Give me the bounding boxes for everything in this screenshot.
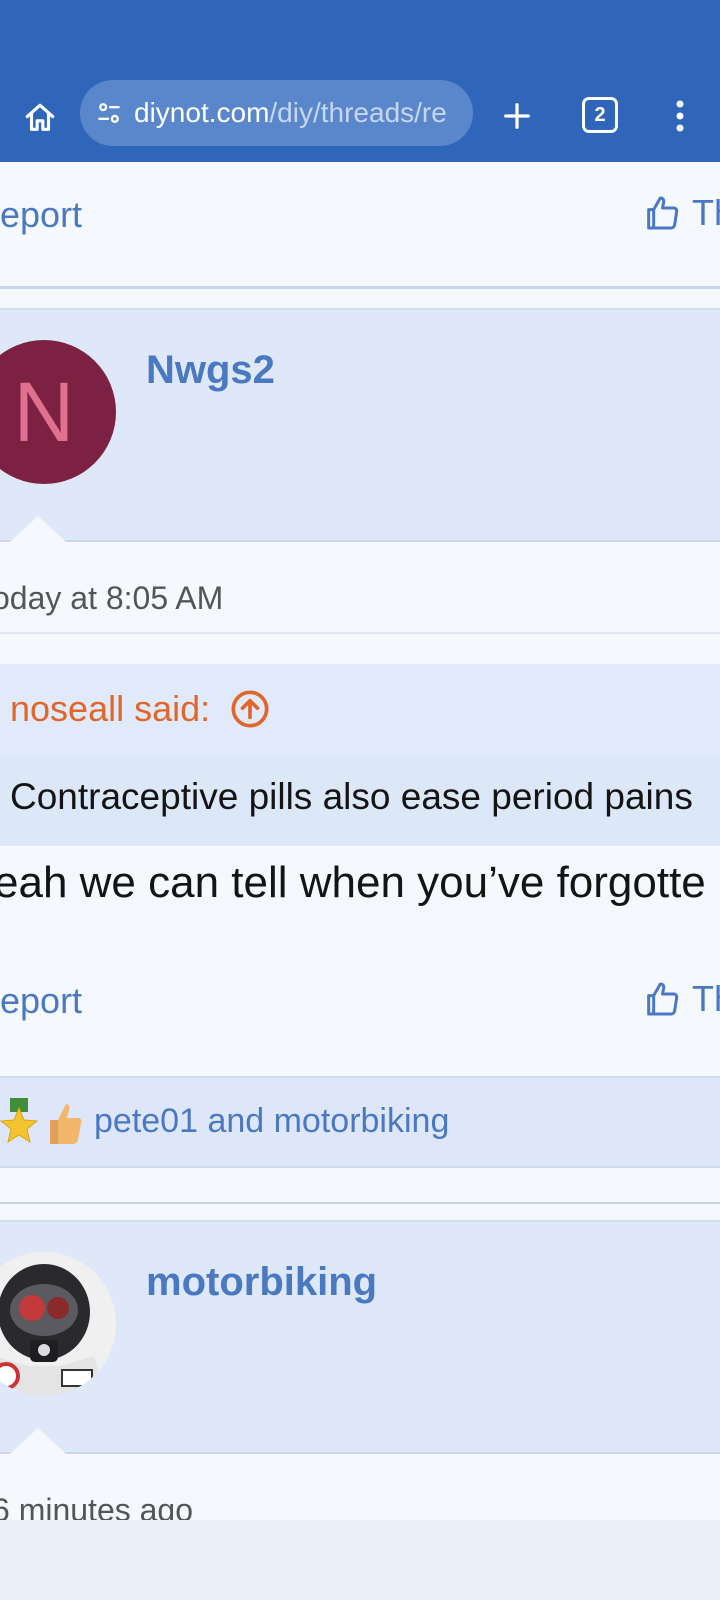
avatar-letter: N [13, 364, 75, 459]
thanks-button[interactable]: Th [642, 978, 720, 1020]
quote-author-label: noseall said: [10, 688, 211, 729]
tab-switcher-button[interactable]: 2 [582, 97, 618, 133]
address-bar[interactable]: diynot.com/diy/threads/re [80, 80, 473, 146]
status-bar-area [0, 0, 720, 80]
report-link[interactable]: eport [0, 980, 82, 1022]
plus-icon [504, 103, 530, 129]
new-tab-button[interactable] [497, 96, 537, 136]
post-timestamp[interactable]: oday at 8:05 AM [0, 580, 223, 617]
thanks-label: Th [692, 978, 720, 1019]
star-award-icon [0, 1098, 39, 1144]
home-icon [25, 103, 55, 131]
site-settings-icon[interactable] [94, 98, 124, 128]
post-message: eah we can tell when you’ve forgotte [0, 858, 706, 907]
url-path: /diy/threads/re [269, 97, 447, 128]
quote-author[interactable]: noseall said: [10, 688, 270, 730]
header-notch [10, 1428, 66, 1454]
reaction-users[interactable]: pete01 and motorbiking [94, 1102, 449, 1141]
post-divider [0, 1202, 720, 1204]
quote-header: noseall said: [0, 664, 720, 756]
quote-text: Contraceptive pills also ease period pai… [10, 776, 693, 817]
thanks-label: Th [692, 192, 720, 233]
reaction-icons [0, 1098, 84, 1148]
thread-content: eport Th N Nwgs2 oday at 8:05 AM noseall… [0, 162, 720, 1520]
browser-toolbar: diynot.com/diy/threads/re 2 [0, 80, 720, 162]
header-notch [10, 516, 66, 542]
meta-divider [0, 632, 720, 634]
arrow-up-circle-icon[interactable] [230, 689, 270, 729]
more-vert-icon [676, 100, 684, 132]
bottom-bar [0, 1520, 720, 1600]
thanks-button[interactable]: Th [642, 192, 720, 234]
username[interactable]: motorbiking [146, 1260, 377, 1305]
post-timestamp[interactable]: 6 minutes ago [0, 1492, 193, 1520]
home-button[interactable] [18, 96, 62, 140]
quote-body: Contraceptive pills also ease period pai… [0, 756, 720, 846]
thumbs-up-emoji-icon [50, 1104, 82, 1144]
thumbs-up-icon [647, 196, 679, 230]
username[interactable]: Nwgs2 [146, 348, 275, 393]
url-text: diynot.com/diy/threads/re [134, 97, 464, 129]
url-domain: diynot.com [134, 97, 270, 128]
reactions-bar[interactable]: pete01 and motorbiking [0, 1076, 720, 1168]
thumbs-up-icon [647, 982, 679, 1016]
post-divider [0, 286, 720, 289]
browser-menu-button[interactable] [660, 94, 700, 138]
report-link[interactable]: eport [0, 194, 82, 236]
